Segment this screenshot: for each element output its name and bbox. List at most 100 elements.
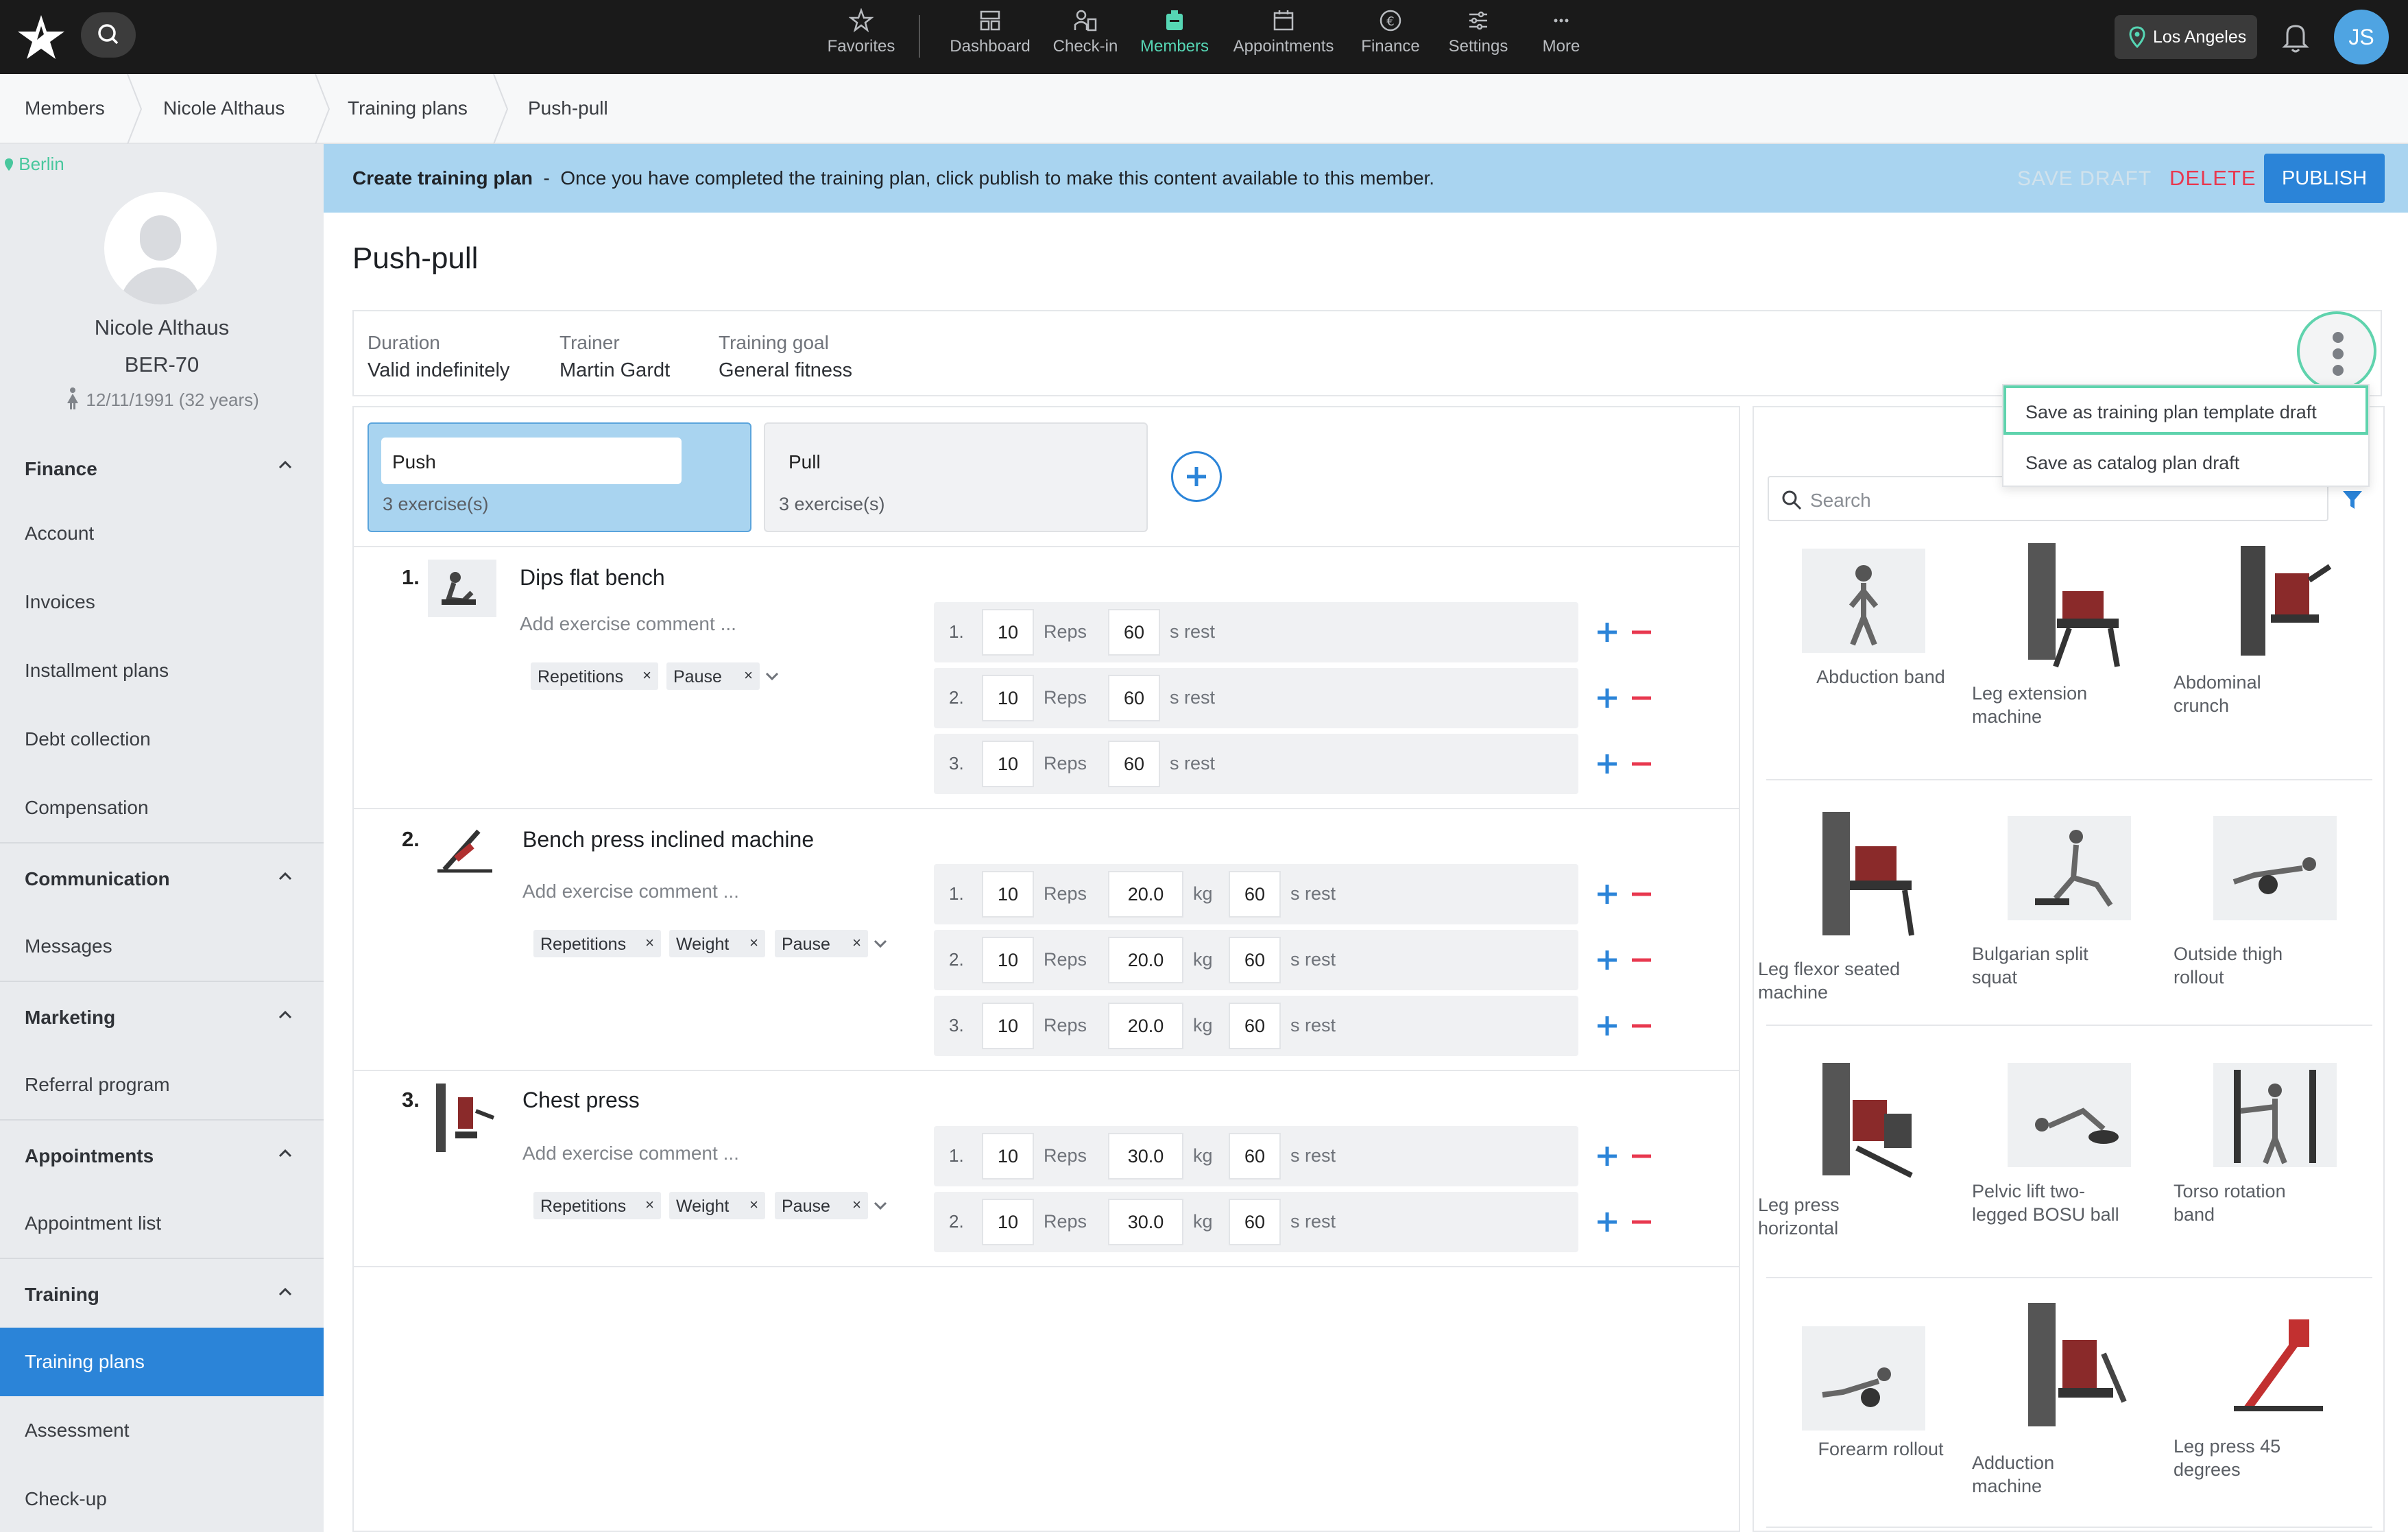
library-item[interactable]: Leg extension machine: [1972, 536, 2186, 782]
remove-chip-icon[interactable]: ×: [852, 1196, 861, 1214]
remove-chip-icon[interactable]: ×: [645, 934, 654, 952]
nav-members[interactable]: Members: [1123, 8, 1226, 66]
reps-input[interactable]: 10: [982, 871, 1034, 918]
notifications-bell-icon[interactable]: [2276, 19, 2315, 55]
weight-input[interactable]: 20.0: [1108, 1003, 1183, 1049]
user-avatar[interactable]: JS: [2334, 10, 2389, 64]
library-item[interactable]: Torso rotation band: [2174, 1059, 2392, 1292]
sidebar-item-account[interactable]: Account: [0, 499, 324, 568]
breadcrumb-members[interactable]: Members: [25, 97, 105, 119]
sidebar-item-compensation[interactable]: Compensation: [0, 774, 324, 842]
remove-chip-icon[interactable]: ×: [744, 667, 753, 684]
more-options-button[interactable]: [2297, 311, 2376, 391]
save-as-template-draft-item[interactable]: Save as training plan template draft: [2003, 385, 2368, 435]
library-item[interactable]: Outside thigh rollout: [2174, 805, 2392, 1038]
library-item[interactable]: Pelvic lift two-legged BOSU ball: [1972, 1059, 2186, 1292]
rest-input[interactable]: 60: [1108, 741, 1160, 787]
nav-appointments[interactable]: Appointments: [1232, 8, 1335, 66]
sidebar-section-communication[interactable]: Communication: [0, 843, 324, 912]
rest-input[interactable]: 60: [1229, 937, 1281, 983]
plus-icon[interactable]: [1598, 1016, 1617, 1036]
add-remove-set-controls[interactable]: [1598, 881, 1652, 908]
weight-input[interactable]: 20.0: [1108, 937, 1183, 983]
reps-input[interactable]: 10: [982, 741, 1034, 787]
remove-chip-icon[interactable]: ×: [642, 667, 651, 684]
exercise-comment-input[interactable]: Add exercise comment ...: [522, 881, 739, 902]
tab-push[interactable]: Push 3 exercise(s): [368, 422, 751, 532]
chevron-down-icon[interactable]: [872, 1199, 889, 1212]
exercise-comment-input[interactable]: Add exercise comment ...: [520, 613, 736, 635]
library-item[interactable]: Leg press horizontal: [1758, 1059, 1980, 1292]
add-tab-button[interactable]: [1171, 451, 1222, 502]
library-item[interactable]: Abdominal crunch: [2174, 539, 2392, 782]
library-item[interactable]: Leg flexor seated machine: [1758, 805, 1980, 1038]
add-remove-set-controls[interactable]: [1598, 1012, 1652, 1040]
rest-input[interactable]: 60: [1229, 1133, 1281, 1180]
breadcrumb-training-plans[interactable]: Training plans: [348, 97, 468, 119]
reps-input[interactable]: 10: [982, 1003, 1034, 1049]
sidebar-item-appointment-list[interactable]: Appointment list: [0, 1189, 324, 1258]
add-remove-set-controls[interactable]: [1598, 750, 1652, 778]
sidebar-item-installment-plans[interactable]: Installment plans: [0, 636, 324, 705]
tab-name-input[interactable]: Push: [381, 438, 682, 484]
sidebar-item-referral-program[interactable]: Referral program: [0, 1051, 324, 1119]
library-item[interactable]: Leg press 45 degrees: [2174, 1313, 2392, 1532]
remove-chip-icon[interactable]: ×: [852, 934, 861, 952]
sidebar-section-marketing[interactable]: Marketing: [0, 982, 324, 1051]
plus-icon[interactable]: [1598, 1212, 1617, 1232]
global-search-button[interactable]: [81, 12, 136, 58]
weight-input[interactable]: 20.0: [1108, 871, 1183, 918]
plus-icon[interactable]: [1598, 950, 1617, 970]
save-as-catalog-draft-item[interactable]: Save as catalog plan draft: [2003, 436, 2368, 486]
location-selector[interactable]: Los Angeles: [2115, 15, 2257, 59]
plus-icon[interactable]: [1598, 885, 1617, 904]
rest-input[interactable]: 60: [1229, 871, 1281, 918]
library-item[interactable]: Bulgarian split squat: [1972, 805, 2186, 1038]
library-item[interactable]: Abduction band: [1781, 549, 1980, 782]
remove-chip-icon[interactable]: ×: [749, 934, 758, 952]
sidebar-item-training-plans[interactable]: Training plans: [0, 1328, 324, 1396]
plus-icon[interactable]: [1598, 754, 1617, 774]
breadcrumb-member-name[interactable]: Nicole Althaus: [163, 97, 285, 119]
reps-input[interactable]: 10: [982, 609, 1034, 656]
sidebar-section-finance[interactable]: Finance: [0, 440, 324, 509]
add-remove-set-controls[interactable]: [1598, 946, 1652, 974]
add-remove-set-controls[interactable]: [1598, 619, 1652, 646]
sidebar-item-messages[interactable]: Messages: [0, 912, 324, 981]
reps-input[interactable]: 10: [982, 675, 1034, 721]
weight-input[interactable]: 30.0: [1108, 1133, 1183, 1180]
nav-more[interactable]: More: [1510, 8, 1613, 66]
exercise-comment-input[interactable]: Add exercise comment ...: [522, 1142, 739, 1164]
nav-dashboard[interactable]: Dashboard: [939, 8, 1042, 66]
rest-input[interactable]: 60: [1229, 1003, 1281, 1049]
sidebar-section-appointments[interactable]: Appointments: [0, 1121, 324, 1189]
chevron-down-icon[interactable]: [872, 937, 889, 950]
app-logo-icon[interactable]: [16, 12, 66, 62]
library-item[interactable]: Adduction machine: [1972, 1299, 2186, 1532]
sidebar-item-debt-collection[interactable]: Debt collection: [0, 705, 324, 774]
remove-chip-icon[interactable]: ×: [645, 1196, 654, 1214]
nav-checkin[interactable]: Check-in: [1034, 8, 1137, 66]
reps-input[interactable]: 10: [982, 1133, 1034, 1180]
chevron-down-icon[interactable]: [764, 669, 780, 683]
remove-chip-icon[interactable]: ×: [749, 1196, 758, 1214]
sidebar-item-check-up[interactable]: Check-up: [0, 1465, 324, 1532]
tab-pull[interactable]: Pull 3 exercise(s): [764, 422, 1148, 532]
plus-icon[interactable]: [1598, 623, 1617, 642]
rest-input[interactable]: 60: [1108, 609, 1160, 656]
weight-input[interactable]: 30.0: [1108, 1199, 1183, 1245]
delete-button[interactable]: DELETE: [2169, 166, 2256, 191]
nav-favorites[interactable]: Favorites: [810, 8, 913, 66]
library-item[interactable]: Forearm rollout: [1781, 1326, 1980, 1532]
rest-input[interactable]: 60: [1108, 675, 1160, 721]
reps-input[interactable]: 10: [982, 1199, 1034, 1245]
add-remove-set-controls[interactable]: [1598, 684, 1652, 712]
reps-input[interactable]: 10: [982, 937, 1034, 983]
rest-input[interactable]: 60: [1229, 1199, 1281, 1245]
filter-icon[interactable]: [2341, 488, 2364, 512]
sidebar-item-invoices[interactable]: Invoices: [0, 568, 324, 636]
sidebar-section-training[interactable]: Training: [0, 1259, 324, 1328]
add-remove-set-controls[interactable]: [1598, 1208, 1652, 1236]
publish-button[interactable]: PUBLISH: [2264, 154, 2385, 203]
save-draft-button[interactable]: SAVE DRAFT: [2017, 167, 2152, 191]
